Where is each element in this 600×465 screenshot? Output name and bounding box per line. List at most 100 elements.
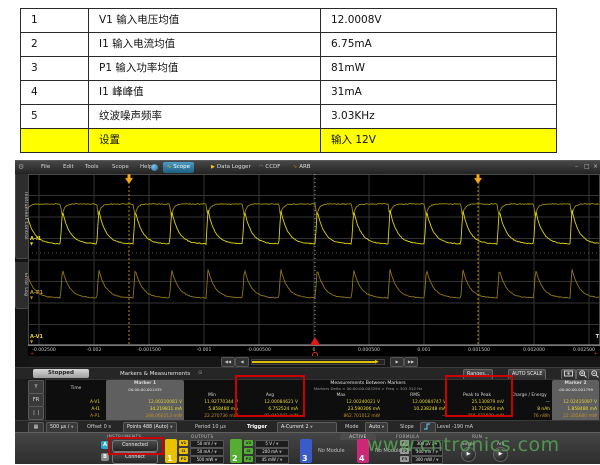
marker1-title: Marker 1: [106, 381, 184, 386]
x-tick: 0.001500: [468, 348, 490, 353]
marker2-time: -00:00:00.001799: [552, 387, 599, 392]
cell-min-v1: 11.92770344 V: [184, 400, 238, 405]
row-value: 31mA: [321, 81, 556, 104]
markers-measurements-title: Markers & Measurements: [120, 371, 190, 377]
row-index: [21, 129, 89, 152]
row-index: 2: [21, 33, 89, 56]
channel-label-i1: A-I1▼: [30, 236, 41, 245]
pan-far-right-button[interactable]: ▶▶: [404, 357, 418, 367]
restore-button[interactable]: □: [584, 163, 590, 170]
tab-data-logger[interactable]: ▶Data Logger: [207, 162, 255, 173]
cell-min-i1: 5.858480 mA: [184, 407, 238, 412]
channel-label-v1: A-V1▼: [30, 334, 43, 343]
curve-icon: ◠: [259, 164, 263, 170]
module1-p1-scale-dropdown[interactable]: 500 mW ▼: [190, 456, 224, 464]
cell-max-i1: 23.590306 mA: [300, 407, 380, 412]
pan-right-button[interactable]: ▶: [390, 357, 404, 367]
wave-icon: ∿: [167, 164, 171, 170]
ground-marker-icon: ▼: [30, 242, 41, 245]
pan-left-button[interactable]: ◀: [235, 357, 249, 367]
row-value: 输入 12V: [321, 129, 556, 152]
module1-i1-scale-dropdown[interactable]: 50 mA / ▼: [190, 448, 224, 456]
row-name: I1 输入电流均值: [89, 33, 321, 56]
pan-range-indicator[interactable]: [252, 361, 376, 363]
module1-v1-chip: V1: [179, 440, 188, 446]
col-header-min: Min: [184, 393, 240, 398]
waveform-canvas: [28, 174, 600, 346]
x-tick: 0.002500: [573, 348, 595, 353]
cell-rms-v1: 12.00084747 V: [382, 400, 446, 405]
x-tick: -0.001: [197, 348, 212, 353]
row-value: 6.75mA: [321, 33, 556, 56]
formula-f3-dropdown[interactable]: 300 mW / ▼: [411, 456, 443, 464]
module2-v2-scale-dropdown[interactable]: 5 V / ▼: [255, 440, 289, 448]
row-label: A-P1: [46, 414, 100, 419]
arb-wave-icon: ∿: [293, 164, 297, 170]
row-index: 5: [21, 105, 89, 128]
globe-icon: [151, 164, 158, 171]
table-row: 4 I1 峰峰值 31mA: [21, 81, 556, 105]
module1-v1-scale-dropdown[interactable]: 50 mV / ▼: [190, 440, 224, 448]
trigger-time-marker[interactable]: T: [596, 334, 599, 340]
menu-file[interactable]: File: [41, 164, 50, 170]
run-stop-button[interactable]: Stopped: [33, 369, 89, 378]
sidebar-tab-instrument-control[interactable]: Instrument Control: [15, 174, 29, 259]
measurement-report-table: 1 V1 输入电压均值 12.0008V 2 I1 输入电流均值 6.75mA …: [20, 8, 557, 153]
row-name: 设置: [89, 129, 321, 152]
section-label-outputs: OUTPUTS: [191, 434, 214, 439]
x-axis: -0.002500 -0.002 -0.001500 -0.001 -0.000…: [28, 346, 600, 356]
row-name: 纹波噪声频率: [89, 105, 321, 128]
tab-ccdf[interactable]: ◠CCDF: [255, 162, 284, 173]
cell-marker1-i1: 34.219811 mA: [106, 407, 182, 412]
row-name: V1 输入电压均值: [89, 9, 321, 32]
menu-tools[interactable]: Tools: [85, 164, 99, 170]
menu-scope[interactable]: Scope: [112, 164, 129, 170]
x-tick: 0.002000: [523, 348, 545, 353]
cell-max-p1: 862.701012 mW: [300, 414, 380, 419]
table-row: 3 P1 输入功率均值 81mW: [21, 57, 556, 81]
scope-app-window: ⚙ File Edit Tools Scope Help ∿Scope ▶Dat…: [15, 160, 600, 463]
module2-p2-scale-dropdown[interactable]: 45 mW / ▼: [255, 456, 289, 464]
gear-icon[interactable]: ⚙: [18, 163, 24, 171]
row-index: 3: [21, 57, 89, 80]
cursor-tool-button[interactable]: Y: [28, 380, 44, 394]
x-tick: -0.002500: [32, 348, 56, 353]
marker1-time: 00:00:00.001435: [106, 387, 184, 392]
pan-far-left-button[interactable]: ◀◀: [221, 357, 235, 367]
module2-i2-scale-dropdown[interactable]: 200 mA ▼: [255, 448, 289, 456]
ground-marker-icon: ▼: [30, 296, 43, 299]
x-tick: -0.001500: [137, 348, 161, 353]
x-tick: -0.002: [87, 348, 102, 353]
tab-scope[interactable]: ∿Scope: [163, 162, 194, 173]
period-label: Period 10 µs: [195, 424, 226, 430]
sidebar-tab-error-log[interactable]: Error Log: [15, 262, 29, 309]
row-value: 12.0008V: [321, 9, 556, 32]
minimize-button[interactable]: –: [575, 163, 578, 170]
formula-f3-chip: F3: [400, 456, 409, 462]
module-2-bar: 2: [230, 439, 242, 463]
freq-tool-button[interactable]: FR: [28, 393, 44, 407]
table-row-highlighted: 设置 输入 12V: [21, 129, 556, 152]
waveform-plot[interactable]: A-I1▼ A-P1▼ A-V1▼ T: [28, 174, 600, 346]
collapse-icon[interactable]: ⊙: [198, 370, 203, 376]
cell-rms-p1: —: [382, 414, 446, 419]
measurements-table: Measurements Between Markers Markers Del…: [45, 379, 600, 422]
row-index: 4: [21, 81, 89, 104]
annotation-box-avg-column: [235, 375, 305, 417]
module-3-no-module-label: No Module: [318, 448, 345, 454]
table-row: 5 纹波噪声频率 3.03KHz: [21, 105, 556, 129]
module-1-bar: 1: [165, 439, 177, 463]
x-tick: 0.001: [417, 348, 430, 353]
module1-p1-chip: P1: [179, 456, 188, 462]
pan-track[interactable]: ▶: [251, 359, 385, 365]
trigger-label: Trigger: [247, 424, 267, 430]
x-tick: 0.000500: [358, 348, 380, 353]
tab-arb[interactable]: ∿ARB: [289, 162, 315, 173]
marker-tool-button[interactable]: ❘❘: [28, 406, 44, 420]
table-row: 1 V1 输入电压均值 12.0008V: [21, 9, 556, 33]
cell-marker2-i1: 1.858480 mA: [552, 407, 597, 412]
trigger-level-label: Level -190 mA: [437, 424, 473, 430]
menu-edit[interactable]: Edit: [63, 164, 74, 170]
close-button[interactable]: ×: [593, 163, 598, 170]
mode-label: Mode: [345, 424, 359, 430]
